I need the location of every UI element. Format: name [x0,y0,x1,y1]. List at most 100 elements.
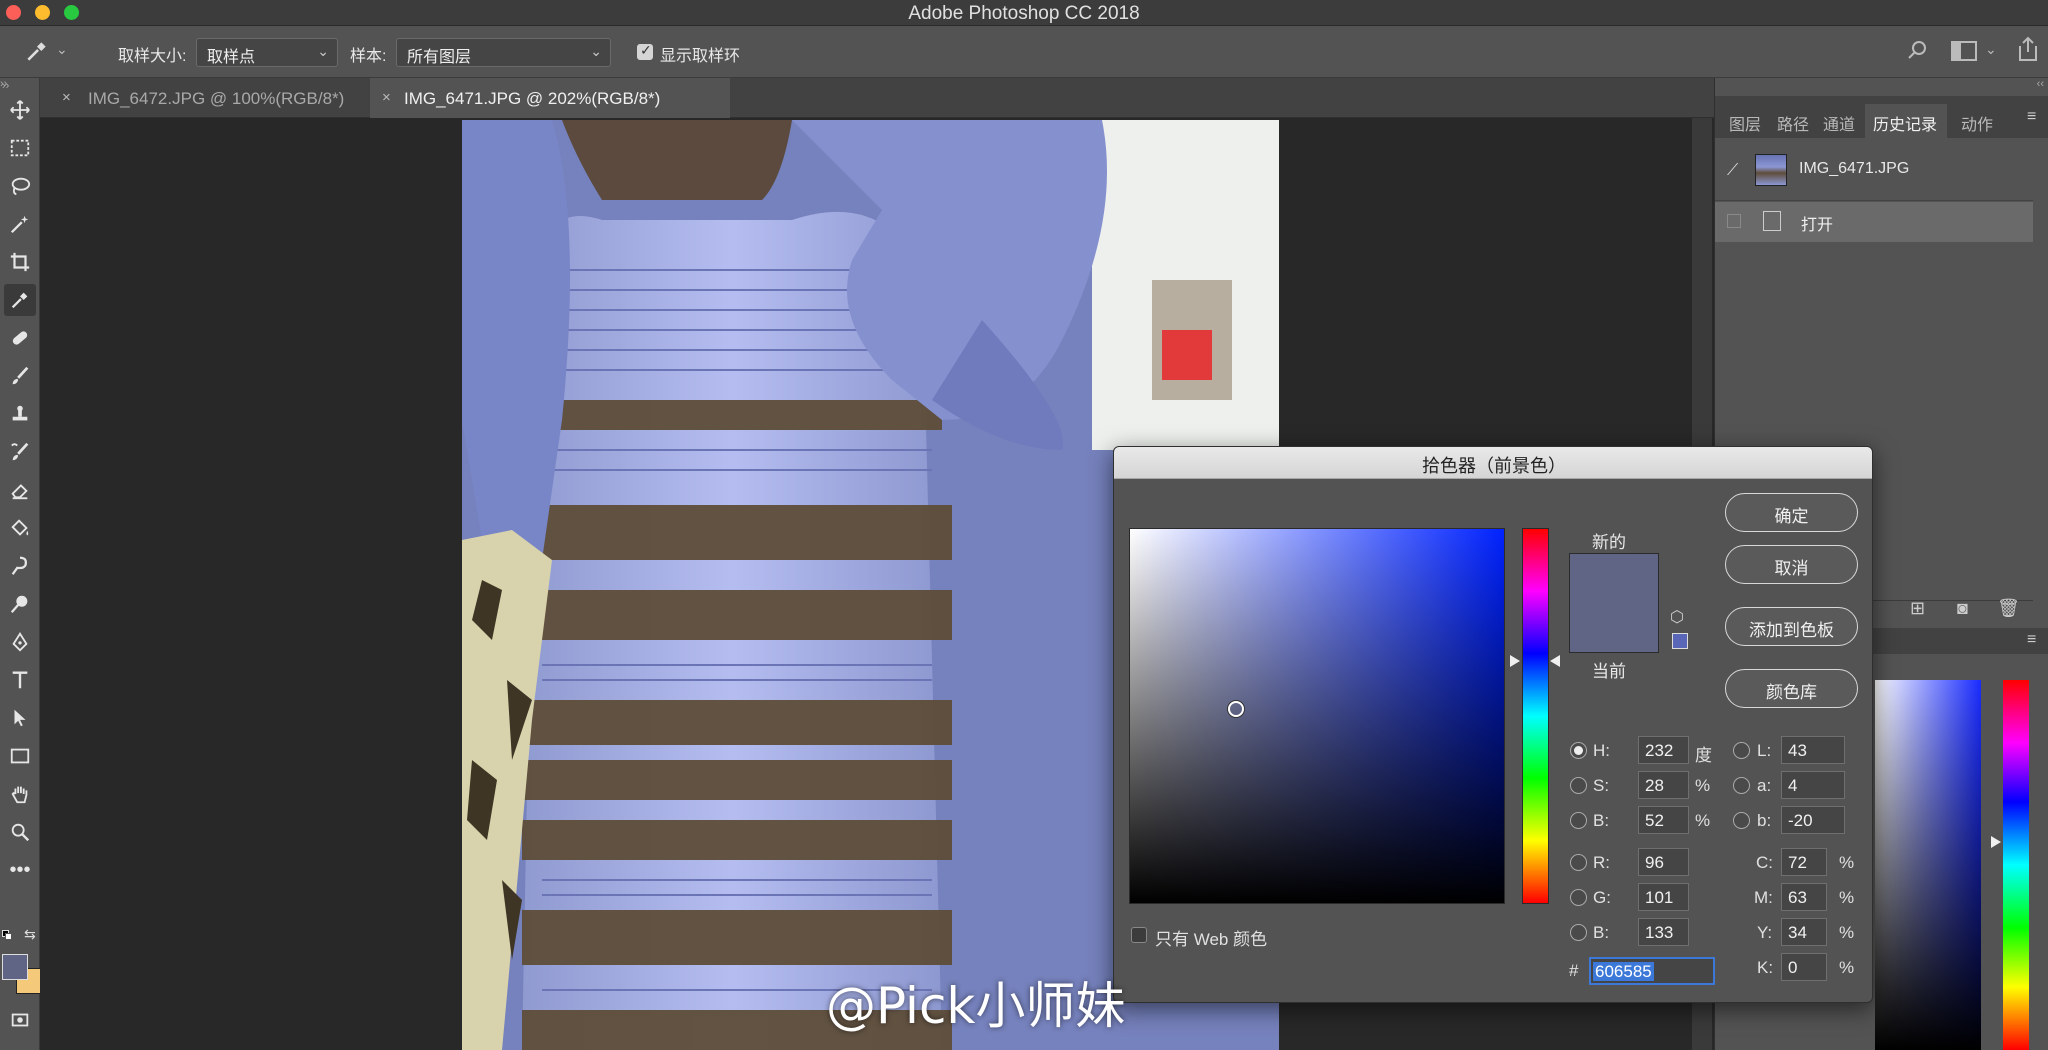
clone-stamp-tool-icon[interactable] [4,398,36,430]
web-safe-color-swatch[interactable] [1672,633,1688,649]
sample-size-label: 取样大小: [118,48,187,65]
brightness-label: B: [1593,811,1610,830]
watermark: @Pick小师妹 [826,977,1126,1035]
radio-red[interactable] [1570,854,1587,871]
tab-layers[interactable]: 图层 [1729,104,1761,138]
panel-menu-icon[interactable]: ≡ [2027,108,2036,126]
cyan-input[interactable]: 72 [1781,848,1827,876]
blue-input[interactable]: 133 [1638,918,1689,946]
radio-lab-b[interactable] [1733,812,1750,829]
black-input[interactable]: 0 [1781,953,1827,981]
trash-icon[interactable]: 🗑 [1997,598,2020,619]
hue-slider[interactable] [1522,528,1549,904]
sample-size-select[interactable]: 取样点 ⌄ [196,38,338,67]
brightness-unit: % [1695,811,1711,830]
yellow-input[interactable]: 34 [1781,918,1827,946]
saturation-brightness-field[interactable] [1129,528,1505,904]
tool-preset-chevron-icon[interactable]: ⌄ [56,41,68,58]
quick-mask-icon[interactable] [4,1004,36,1036]
color-libraries-button[interactable]: 颜色库 [1725,669,1858,708]
new-document-from-state-icon[interactable]: ⊞ [1910,598,1925,619]
radio-hue[interactable] [1570,742,1587,759]
color-selector-ring-icon[interactable] [1228,701,1244,717]
lab-l-input[interactable]: 43 [1781,736,1845,764]
eyedropper-tool-preset-icon[interactable] [24,38,50,70]
panel-dock-collapse-icon[interactable]: ‹‹ [2037,78,2044,90]
history-brush-tool-icon[interactable] [4,436,36,468]
crop-tool-icon[interactable] [4,246,36,278]
hue-marker-right-icon[interactable] [1550,655,1560,667]
hand-tool-icon[interactable] [4,778,36,810]
smudge-tool-icon[interactable] [4,550,36,582]
document-tab-bar: ›› × IMG_6472.JPG @ 100%(RGB/8*) × IMG_6… [0,78,1714,118]
dodge-tool-icon[interactable] [4,588,36,620]
eraser-tool-icon[interactable] [4,474,36,506]
eyedropper-tool-icon[interactable] [4,284,36,316]
brightness-input[interactable]: 52 [1638,806,1689,834]
more-tools-icon[interactable]: ••• [4,854,36,886]
workspace-icon[interactable] [1951,40,1977,68]
magic-wand-tool-icon[interactable] [4,208,36,240]
close-tab-icon[interactable]: × [382,89,391,106]
show-sampling-ring-checkbox[interactable] [637,42,653,60]
tab-img-6471[interactable]: × IMG_6471.JPG @ 202%(RGB/8*) [370,78,730,118]
out-of-gamut-cube-icon[interactable]: ⬡ [1670,607,1684,627]
hue-marker-left-icon[interactable] [1510,655,1520,667]
ok-button[interactable]: 确定 [1725,493,1858,532]
color-panel-hue-slider[interactable] [2003,680,2029,1050]
red-input[interactable]: 96 [1638,848,1689,876]
panel-collapse-icon[interactable]: ›› [0,78,7,90]
default-colors-icon[interactable] [2,930,12,940]
radio-lab-l[interactable] [1733,742,1750,759]
lasso-tool-icon[interactable] [4,170,36,202]
rectangle-tool-icon[interactable] [4,740,36,772]
radio-blue[interactable] [1570,924,1587,941]
paint-bucket-tool-icon[interactable] [4,512,36,544]
foreground-color-swatch[interactable] [2,954,28,980]
move-tool-icon[interactable] [4,94,36,126]
history-item-open[interactable]: 打开 [1715,202,2033,242]
zoom-tool-icon[interactable] [4,816,36,848]
brush-tool-icon[interactable] [4,360,36,392]
tab-paths[interactable]: 路径 [1777,104,1809,138]
history-snapshot-row[interactable]: ⟋ IMG_6471.JPG [1715,150,2033,190]
cancel-button[interactable]: 取消 [1725,545,1858,584]
path-selection-tool-icon[interactable] [4,702,36,734]
radio-lab-a[interactable] [1733,777,1750,794]
tab-history[interactable]: 历史记录 [1865,104,1947,138]
search-icon[interactable] [1906,38,1930,68]
tab-channels[interactable]: 通道 [1823,104,1855,138]
radio-saturation[interactable] [1570,777,1587,794]
camera-icon[interactable]: ◙ [1957,598,1968,619]
radio-green[interactable] [1570,889,1587,906]
tab-actions[interactable]: 动作 [1961,104,1993,138]
healing-brush-tool-icon[interactable] [4,322,36,354]
pen-tool-icon[interactable] [4,626,36,658]
swap-colors-icon[interactable]: ⇆ [24,926,36,943]
history-brush-source-icon[interactable]: ⟋ [1727,162,1738,180]
add-to-swatches-button[interactable]: 添加到色板 [1725,607,1858,646]
share-icon[interactable] [2016,36,2040,68]
saturation-input[interactable]: 28 [1638,771,1689,799]
type-tool-icon[interactable] [4,664,36,696]
tab-img-6472[interactable]: × IMG_6472.JPG @ 100%(RGB/8*) [50,78,370,118]
hex-input[interactable]: 606585 [1589,957,1715,985]
sample-layers-select[interactable]: 所有图层 ⌄ [396,38,611,67]
black-unit: % [1839,958,1855,977]
color-panel-menu-icon[interactable]: ≡ [2027,631,2036,649]
green-input[interactable]: 101 [1638,883,1689,911]
hue-input[interactable]: 232 [1638,736,1689,764]
history-step-icon [1763,211,1781,231]
lab-b-input[interactable]: -20 [1781,806,1845,834]
new-current-color-swatch[interactable] [1569,553,1659,653]
magenta-unit: % [1839,888,1855,907]
magenta-input[interactable]: 63 [1781,883,1827,911]
lab-a-input[interactable]: 4 [1781,771,1845,799]
history-source-checkbox[interactable] [1727,214,1741,228]
workspace-chevron-icon[interactable]: ⌄ [1985,41,1997,58]
close-tab-icon[interactable]: × [62,89,71,106]
web-colors-only-checkbox[interactable] [1131,927,1147,943]
radio-brightness[interactable] [1570,812,1587,829]
color-panel-field[interactable] [1875,680,1981,1050]
marquee-tool-icon[interactable] [4,132,36,164]
